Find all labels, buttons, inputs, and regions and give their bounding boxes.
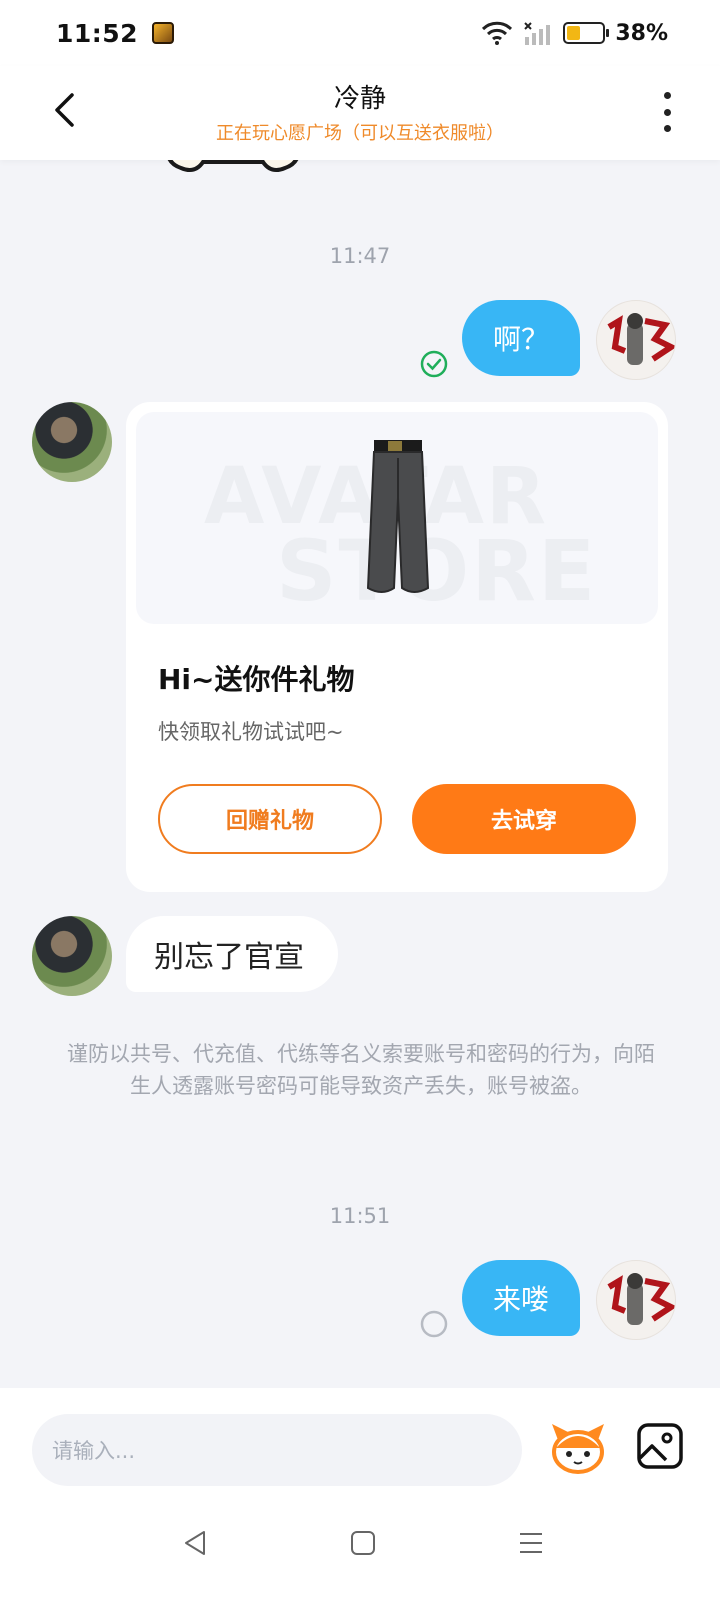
status-icons: 38%: [481, 21, 668, 46]
square-home-icon: [351, 1531, 375, 1555]
safety-notice: 谨防以共号、代充值、代练等名义索要账号和密码的行为，向陌生人透露账号密码可能导致…: [67, 1042, 655, 1098]
message-input[interactable]: 请输入...: [32, 1414, 522, 1486]
pants-icon: [366, 440, 430, 593]
contact-name: 冷静: [333, 84, 386, 114]
chat-header: 冷静 正在玩心愿广场（可以互送衣服啦）: [0, 66, 720, 160]
more-dot-icon: [663, 108, 671, 116]
read-check-icon: [420, 350, 448, 378]
gift-description: 快领取礼物试试吧~: [158, 720, 344, 744]
contact-avatar[interactable]: [32, 916, 112, 996]
gift-image: AVATAR STORE: [136, 412, 658, 624]
sticker-partial: [167, 160, 299, 172]
more-options-button[interactable]: [660, 92, 674, 132]
return-gift-button[interactable]: 回赠礼物: [158, 784, 382, 854]
battery-percent: 38%: [615, 20, 668, 46]
hamburger-menu-icon: [520, 1533, 542, 1553]
store-watermark: STORE: [276, 522, 598, 620]
triangle-back-icon: [185, 1531, 205, 1555]
try-on-button[interactable]: 去试穿: [412, 784, 636, 854]
app-notification-icon: [152, 22, 175, 44]
gift-card[interactable]: AVATAR STORE Hi~送你件礼物 快领取礼物试试吧~ 回赠礼物 去试穿: [126, 402, 668, 892]
nav-home-button[interactable]: [338, 1518, 388, 1568]
avatar-image: [607, 1273, 675, 1325]
contact-avatar[interactable]: [32, 402, 112, 482]
sent-message-bubble[interactable]: 来喽: [462, 1260, 580, 1336]
cellular-signal-icon: [524, 22, 551, 45]
received-message-bubble[interactable]: 别忘了官宣: [126, 916, 338, 992]
status-bar: 11:52 38%: [0, 0, 720, 66]
status-time: 11:52: [56, 18, 139, 48]
contact-status[interactable]: 正在玩心愿广场（可以互送衣服啦）: [0, 119, 720, 145]
emoji-sticker-icon[interactable]: [548, 1418, 608, 1478]
image-picker-icon[interactable]: [636, 1422, 684, 1470]
nav-back-button[interactable]: [170, 1518, 220, 1568]
gift-title: Hi~送你件礼物: [158, 663, 355, 696]
sending-status-icon: [420, 1310, 448, 1338]
message-timestamp: 11:47: [329, 244, 391, 268]
system-navigation-bar: [0, 1488, 720, 1600]
my-avatar[interactable]: [596, 1260, 676, 1340]
sent-message-bubble[interactable]: 啊？: [462, 300, 580, 376]
message-input-bar: 请输入...: [0, 1388, 720, 1488]
wifi-icon: [482, 21, 513, 45]
more-dot-icon: [663, 125, 671, 132]
more-dot-icon: [663, 92, 671, 99]
avatar-image: [607, 313, 675, 365]
nav-menu-button[interactable]: [506, 1518, 556, 1568]
battery-icon: [563, 22, 610, 44]
message-timestamp: 11:51: [329, 1204, 391, 1228]
chat-message-list[interactable]: 11:47 啊？ AVATAR STORE Hi~送你件礼物 快领取礼物试试吧~: [0, 160, 720, 1388]
my-avatar[interactable]: [596, 300, 676, 380]
